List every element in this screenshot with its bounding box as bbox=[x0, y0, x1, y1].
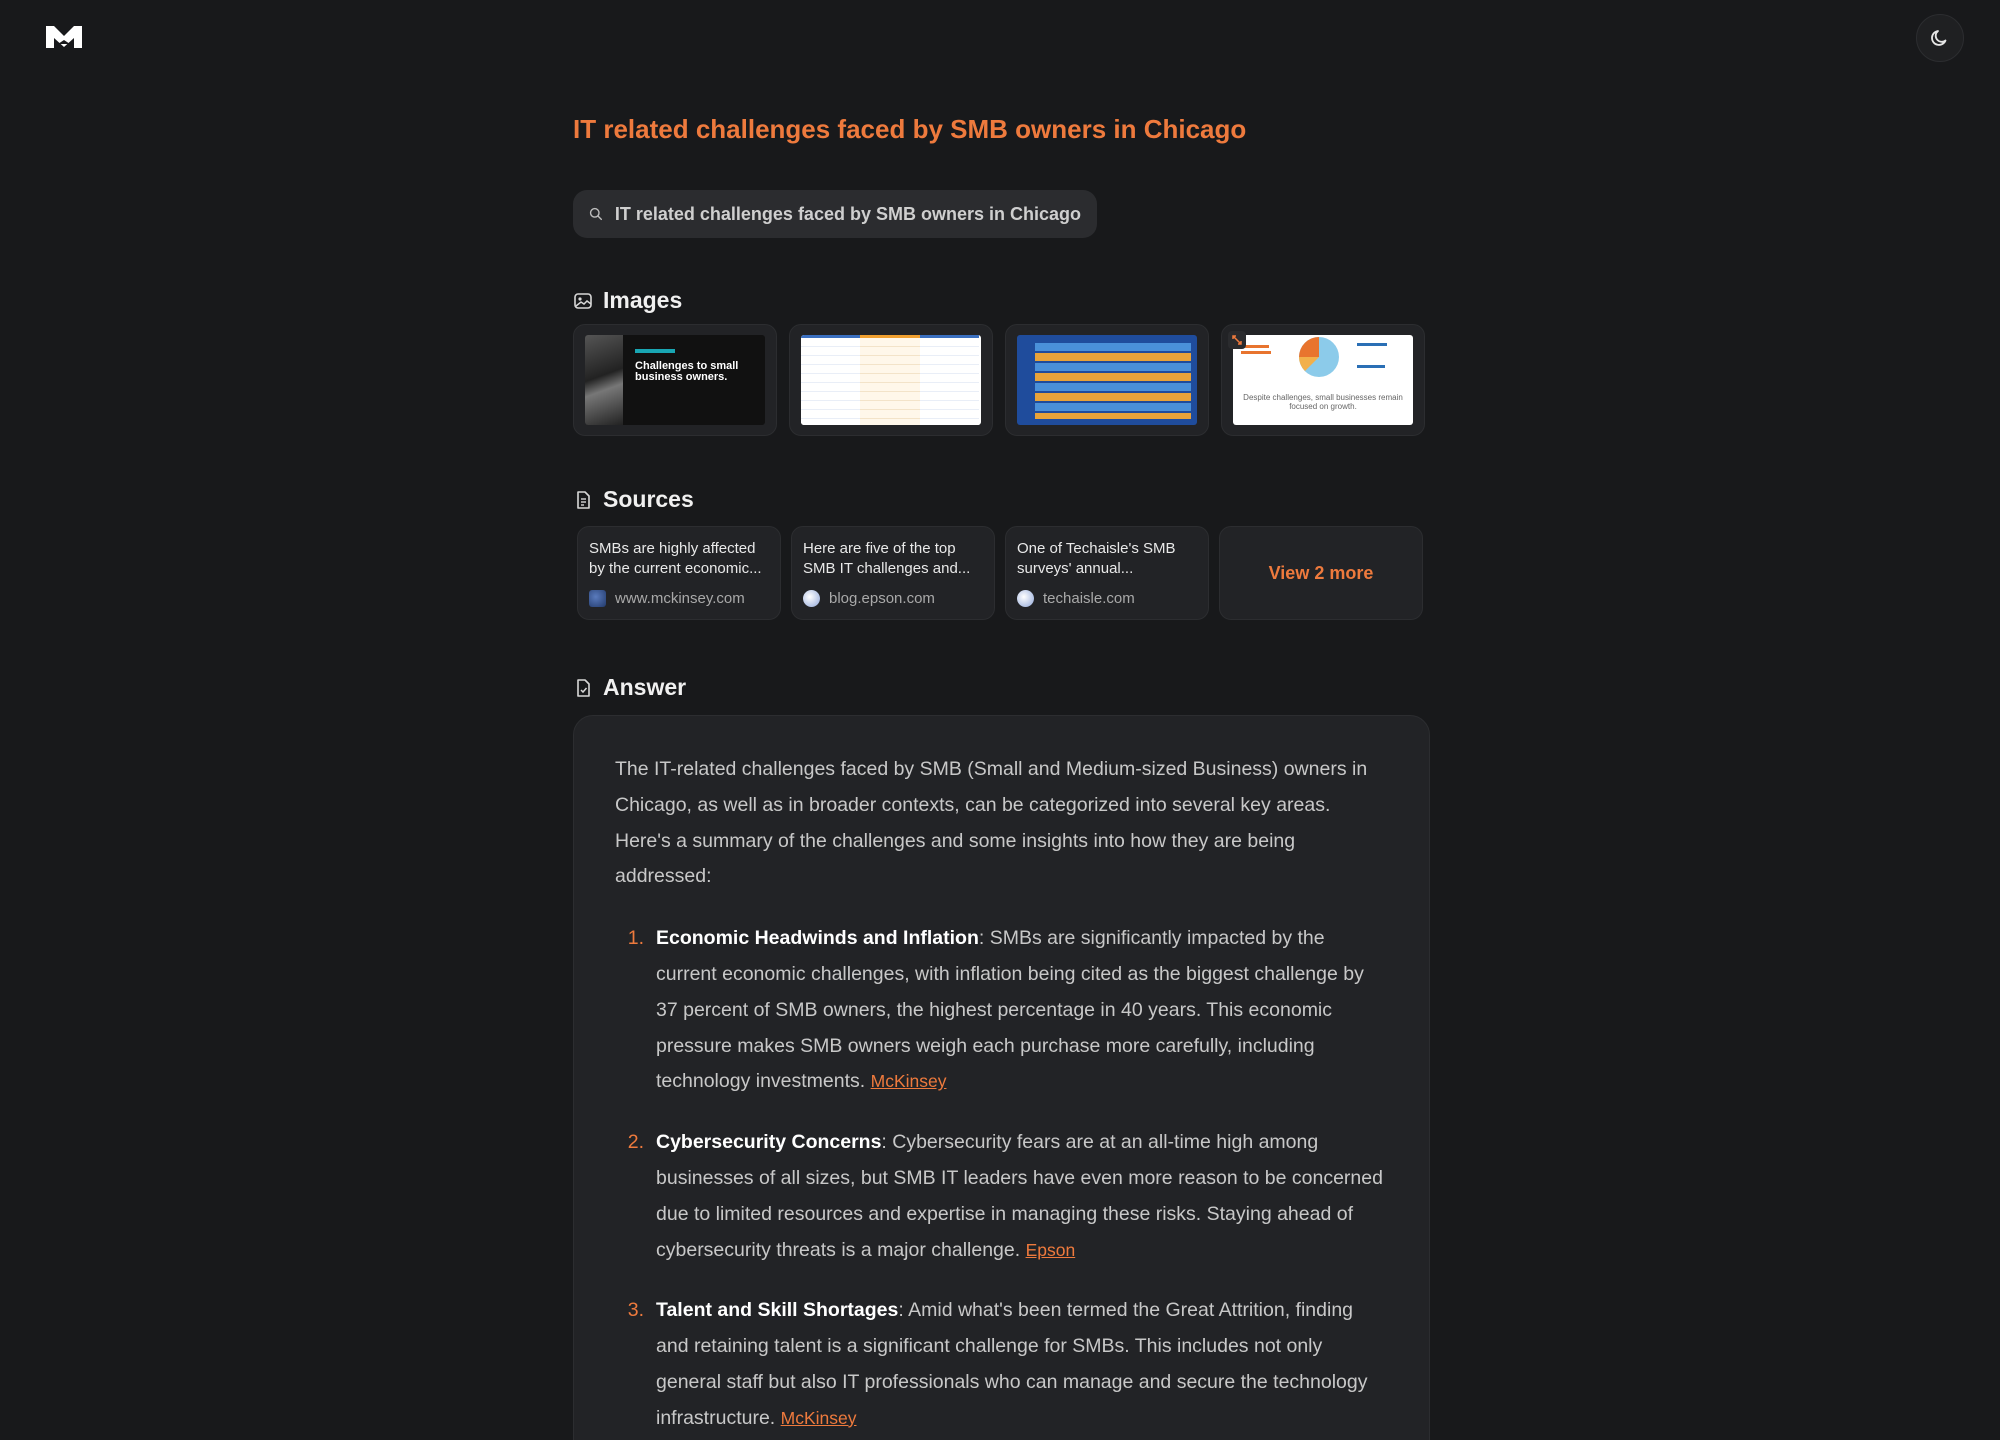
image-thumbnail: Despite challenges, small businesses rem… bbox=[1233, 335, 1413, 425]
view-more-sources-button[interactable]: View 2 more bbox=[1219, 526, 1423, 620]
image-thumbnail: Challenges to small business owners. bbox=[585, 335, 765, 425]
search-query-pill[interactable]: IT related challenges faced by SMB owner… bbox=[573, 190, 1097, 238]
item-text: : SMBs are significantly impacted by the… bbox=[656, 927, 1364, 1093]
image-icon bbox=[574, 292, 592, 309]
list-number: 2. bbox=[627, 1131, 644, 1154]
images-section-header: Images bbox=[573, 287, 682, 314]
image-result-3[interactable] bbox=[1005, 324, 1209, 436]
source-snippet: SMBs are highly affected by the current … bbox=[589, 540, 762, 577]
source-domain: blog.epson.com bbox=[829, 590, 935, 607]
source-domain: techaisle.com bbox=[1043, 590, 1135, 607]
list-item: 1. Economic Headwinds and Inflation: SMB… bbox=[615, 921, 1389, 1100]
sources-section-title: Sources bbox=[603, 486, 694, 512]
image-thumbnail bbox=[1017, 335, 1197, 425]
citation-link[interactable]: Epson bbox=[1026, 1240, 1076, 1260]
answer-list: 1. Economic Headwinds and Inflation: SMB… bbox=[615, 921, 1389, 1436]
source-card-1[interactable]: SMBs are highly affected by the current … bbox=[577, 526, 781, 620]
source-domain: www.mckinsey.com bbox=[615, 590, 745, 607]
theme-toggle-button[interactable] bbox=[1916, 14, 1964, 62]
item-heading: Economic Headwinds and Inflation bbox=[656, 927, 979, 950]
image-thumbnail bbox=[801, 335, 981, 425]
source-snippet: Here are five of the top SMB IT challeng… bbox=[803, 540, 971, 577]
source-card-2[interactable]: Here are five of the top SMB IT challeng… bbox=[791, 526, 995, 620]
image-result-2[interactable] bbox=[789, 324, 993, 436]
answer-section-header: Answer bbox=[573, 674, 686, 701]
citation-link[interactable]: McKinsey bbox=[871, 1071, 947, 1091]
image-result-4[interactable]: Despite challenges, small businesses rem… bbox=[1221, 324, 1425, 436]
list-item: 3. Talent and Skill Shortages: Amid what… bbox=[615, 1293, 1389, 1436]
answer-section-title: Answer bbox=[603, 674, 687, 700]
search-icon bbox=[589, 207, 603, 221]
image-caption: Despite challenges, small businesses rem… bbox=[1243, 393, 1403, 411]
list-number: 3. bbox=[627, 1299, 644, 1322]
expand-icon[interactable] bbox=[1228, 331, 1246, 349]
answer-document-icon bbox=[577, 678, 590, 697]
source-cards: SMBs are highly affected by the current … bbox=[577, 526, 1423, 620]
globe-favicon-icon bbox=[1017, 590, 1034, 607]
list-item: 2. Cybersecurity Concerns: Cybersecurity… bbox=[615, 1125, 1389, 1268]
images-section-title: Images bbox=[603, 287, 683, 313]
answer-intro: The IT-related challenges faced by SMB (… bbox=[615, 758, 1368, 888]
source-snippet: One of Techaisle's SMB surveys' annual..… bbox=[1017, 540, 1176, 577]
page-title: IT related challenges faced by SMB owner… bbox=[573, 114, 1247, 144]
app-logo[interactable] bbox=[44, 22, 84, 52]
search-query-text: IT related challenges faced by SMB owner… bbox=[614, 203, 1081, 224]
image-caption: Challenges to small business owners. bbox=[635, 360, 739, 383]
pie-chart-thumbnail bbox=[1241, 337, 1387, 377]
image-result-1[interactable]: Challenges to small business owners. bbox=[573, 324, 777, 436]
logo-icon bbox=[46, 26, 82, 48]
item-heading: Cybersecurity Concerns bbox=[656, 1131, 882, 1154]
moon-icon bbox=[1931, 30, 1947, 46]
citation-link[interactable]: McKinsey bbox=[781, 1408, 857, 1428]
sources-section-header: Sources bbox=[573, 486, 694, 513]
mckinsey-favicon bbox=[589, 590, 606, 607]
image-results: Challenges to small business owners. Des… bbox=[573, 324, 1425, 436]
item-heading: Talent and Skill Shortages bbox=[656, 1299, 899, 1322]
document-icon bbox=[577, 490, 590, 509]
globe-favicon-icon bbox=[803, 590, 820, 607]
answer-panel: The IT-related challenges faced by SMB (… bbox=[573, 715, 1430, 1440]
list-number: 1. bbox=[627, 927, 644, 950]
source-card-3[interactable]: One of Techaisle's SMB surveys' annual..… bbox=[1005, 526, 1209, 620]
